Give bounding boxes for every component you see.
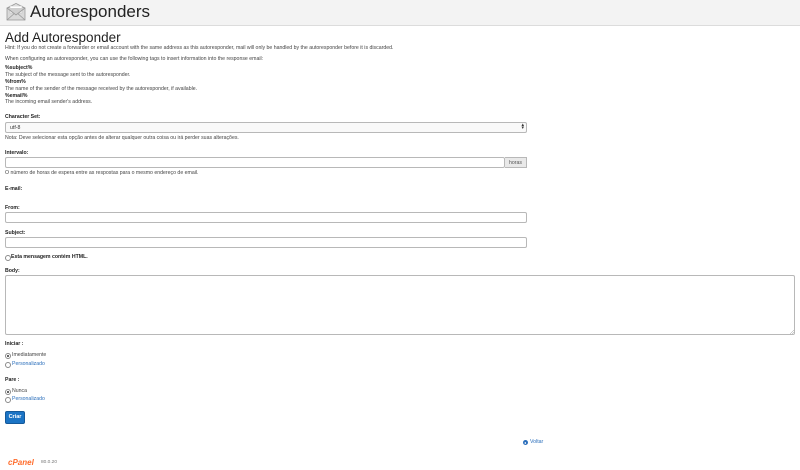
stop-label: Pare : xyxy=(5,377,20,383)
start-custom-label[interactable]: Personalizado xyxy=(12,361,45,368)
back-link[interactable]: Voltar xyxy=(530,439,543,446)
tags-intro: When configuring an autoresponder, you c… xyxy=(5,56,264,62)
select-arrows-icon: ▴ ▾ xyxy=(521,122,524,131)
tag-subject-desc: The subject of the message sent to the a… xyxy=(5,72,131,78)
back-arrow-icon[interactable] xyxy=(523,440,528,445)
body-textarea[interactable] xyxy=(5,275,795,335)
create-button[interactable]: Criar xyxy=(5,411,25,424)
from-label: From: xyxy=(5,205,20,211)
version-text: 80.0.20 xyxy=(41,460,58,465)
charset-label: Character Set: xyxy=(5,114,41,120)
charset-note: Nota: Deve selecionar esta opção antes d… xyxy=(5,135,239,141)
interval-help: O número de horas de espera entre as res… xyxy=(5,170,199,176)
tag-from-desc: The name of the sender of the message re… xyxy=(5,86,198,92)
html-checkbox-label: Esta mensagem contém HTML. xyxy=(11,254,88,260)
hint-text: Hint: If you do not create a forwarder o… xyxy=(5,45,394,51)
start-immediate-label[interactable]: Imediatamente xyxy=(12,352,46,359)
start-label: Iniciar : xyxy=(5,341,24,347)
interval-label: Intervalo: xyxy=(5,150,29,156)
cpanel-logo: cPanel xyxy=(8,458,34,467)
stop-custom-radio[interactable] xyxy=(5,397,11,403)
stop-custom-label[interactable]: Personalizado xyxy=(12,396,45,403)
app-title: Autoresponders xyxy=(30,2,151,21)
subject-label: Subject: xyxy=(5,230,26,236)
start-immediate-radio[interactable] xyxy=(5,353,11,359)
app-header: Autoresponders xyxy=(0,0,800,26)
email-value xyxy=(5,193,65,201)
tag-email-desc: The incoming email sender's address. xyxy=(5,99,93,105)
page-title: Add Autoresponder xyxy=(5,30,121,45)
start-custom-radio[interactable] xyxy=(5,362,11,368)
envelope-icon xyxy=(6,3,26,21)
stop-never-label[interactable]: Nunca xyxy=(12,388,27,395)
subject-input[interactable] xyxy=(5,237,527,248)
charset-value: utf-8 xyxy=(10,125,21,131)
charset-select[interactable]: utf-8 ▴ ▾ xyxy=(5,122,527,133)
stop-never-radio[interactable] xyxy=(5,389,11,395)
tag-subject: %subject% xyxy=(5,65,33,71)
from-input[interactable] xyxy=(5,212,527,223)
tag-from: %from% xyxy=(5,79,26,85)
interval-addon: horas xyxy=(505,157,527,168)
interval-input[interactable] xyxy=(5,157,505,168)
resize-handle-icon[interactable] xyxy=(789,329,794,334)
email-label: E-mail: xyxy=(5,186,23,192)
body-label: Body: xyxy=(5,268,20,274)
